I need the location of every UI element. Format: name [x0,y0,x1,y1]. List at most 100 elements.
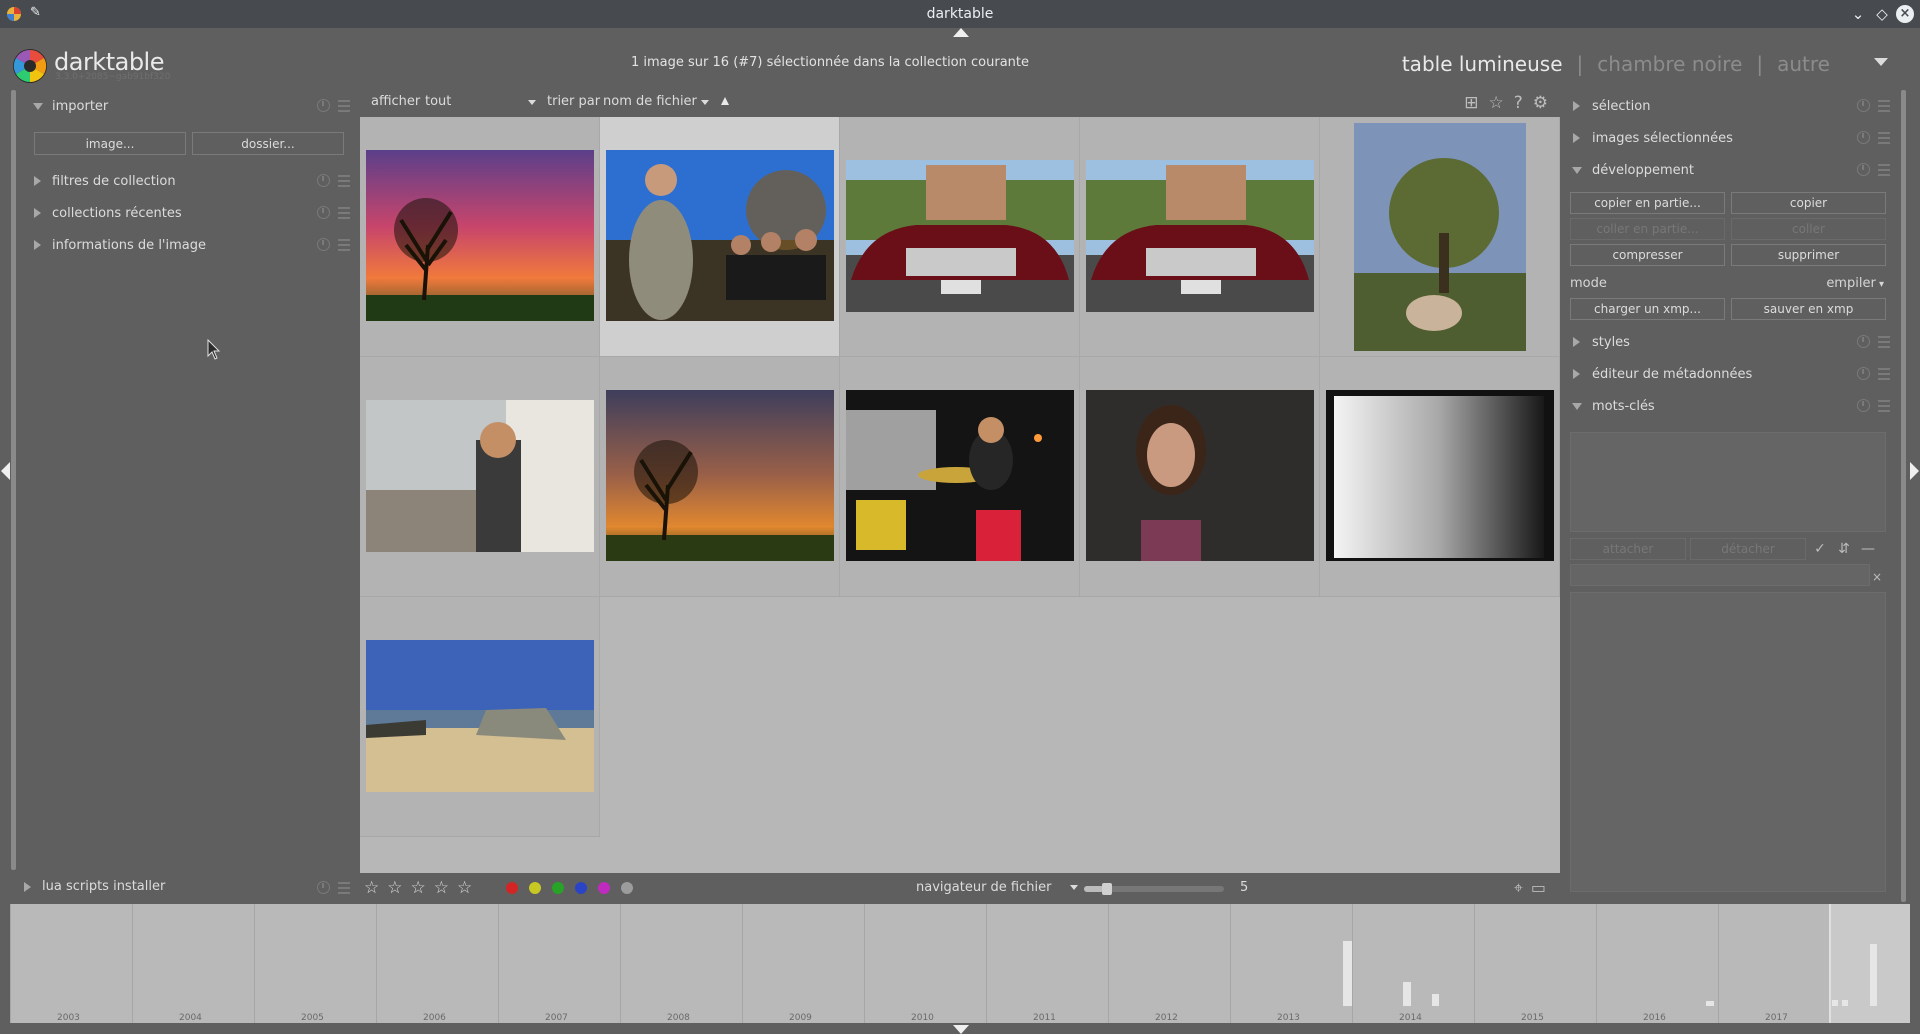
thumbnail-cell[interactable] [360,597,600,837]
checkmark-icon[interactable]: ✓ [1810,541,1830,557]
zoom-slider-handle[interactable] [1101,883,1112,895]
presets-icon[interactable] [338,239,350,251]
paste-button[interactable]: coller [1731,218,1886,240]
presets-icon[interactable] [338,882,350,894]
reset-icon[interactable] [317,99,330,112]
presets-icon[interactable] [1878,336,1890,348]
reset-icon[interactable] [317,238,330,251]
thumbnail-tree-calf[interactable] [1354,123,1526,351]
compress-button[interactable]: compresser [1570,244,1725,266]
reset-icon[interactable] [1857,335,1870,348]
module-collection-filters[interactable]: filtres de collection [18,165,360,197]
views-dropdown-icon[interactable] [1874,58,1888,66]
close-icon[interactable]: × [1896,5,1914,23]
presets-icon[interactable] [338,207,350,219]
lighttable-grid[interactable] [360,117,1560,873]
module-selection[interactable]: sélection [1560,90,1900,122]
sort-order-icon[interactable] [721,97,729,105]
left-scrollbar[interactable] [11,90,16,870]
discard-button[interactable]: supprimer [1731,244,1886,266]
module-styles[interactable]: styles [1560,326,1900,358]
module-metadata-editor[interactable]: éditeur de métadonnées [1560,358,1900,390]
timeline-year-column[interactable]: 2013 [1230,904,1352,1023]
thumbnail-cell[interactable] [360,117,600,357]
minimize-icon[interactable]: ⌄ [1848,4,1868,24]
color-label-purple[interactable] [598,882,610,894]
presets-icon[interactable] [338,100,350,112]
timeline-year-column[interactable]: 2007 [498,904,620,1023]
timeline-year-column[interactable]: 2011 [986,904,1108,1023]
clear-icon[interactable]: × [1872,570,1882,584]
thumbnail-sunset-tree-2[interactable] [606,390,834,561]
sort-icon[interactable]: ⇵ [1834,541,1854,557]
reset-icon[interactable] [1857,99,1870,112]
maximize-icon[interactable]: ◇ [1872,4,1892,24]
collapse-left-icon[interactable] [1,462,10,480]
reset-icon[interactable] [1857,367,1870,380]
thumbnail-cell[interactable] [840,357,1080,597]
thumbnail-cell-selected[interactable] [600,117,840,357]
thumbnail-gradient-chart[interactable] [1326,390,1554,561]
presets-icon[interactable] [1878,368,1890,380]
help-icon[interactable]: ? [1514,93,1523,113]
timeline[interactable]: 2003 2004 2005 2006 2007 2008 2009 2010 2011 2012… [10,904,1910,1023]
timeline-year-column[interactable]: 2017 [1718,904,1840,1023]
timeline-year-column[interactable]: 2004 [132,904,254,1023]
presets-icon[interactable] [1878,400,1890,412]
mode-selector[interactable]: mode empiler [1560,272,1900,294]
color-label-blue[interactable] [575,882,587,894]
thumbnail-cell[interactable] [600,357,840,597]
gear-icon[interactable]: ⚙ [1533,93,1548,113]
thumbnail-woman-wall[interactable] [366,400,594,552]
star-2-icon[interactable]: ☆ [387,878,402,898]
color-label-red[interactable] [506,882,518,894]
star-4-icon[interactable]: ☆ [434,878,449,898]
module-keywords[interactable]: mots-clés [1560,390,1900,422]
thumbnail-cell[interactable] [1320,357,1560,597]
reset-icon[interactable] [1857,163,1870,176]
import-folder-button[interactable]: dossier... [192,132,344,155]
focus-detection-icon[interactable]: ⌖ [1514,878,1523,898]
attach-button[interactable]: attacher [1570,538,1686,560]
timeline-year-column[interactable]: 2003 [10,904,132,1023]
display-profile-icon[interactable]: ▭ [1531,878,1546,898]
sort-dropdown[interactable]: nom de fichier [603,94,697,109]
reset-icon[interactable] [317,174,330,187]
thumbnail-sunset-tree[interactable] [366,150,594,321]
collapse-bottom-icon[interactable] [953,1025,969,1034]
layout-dropdown[interactable]: navigateur de fichier [916,880,1051,895]
timeline-year-column[interactable]: 2010 [864,904,986,1023]
attached-keywords-list[interactable] [1570,432,1886,532]
module-importer[interactable]: importer [18,90,360,122]
reset-icon[interactable] [1857,131,1870,144]
timeline-year-column[interactable]: 2014 [1352,904,1474,1023]
thumbnail-woman-portrait[interactable] [1086,390,1314,561]
collapse-top-icon[interactable] [953,28,969,37]
star-3-icon[interactable]: ☆ [411,878,426,898]
view-darkroom[interactable]: chambre noire [1597,52,1742,76]
thumbnail-red-car[interactable] [846,160,1074,312]
thumbnail-cell[interactable] [840,117,1080,357]
grouping-icon[interactable]: ⊞ [1464,93,1478,113]
copy-button[interactable]: copier [1731,192,1886,214]
color-label-yellow[interactable] [529,882,541,894]
import-image-button[interactable]: image... [34,132,186,155]
paste-parts-button[interactable]: coller en partie... [1570,218,1725,240]
chevron-down-icon[interactable] [1070,885,1078,890]
timeline-year-column[interactable]: 2015 [1474,904,1596,1023]
presets-icon[interactable] [338,175,350,187]
color-label-green[interactable] [552,882,564,894]
timeline-year-column[interactable]: 2012 [1108,904,1230,1023]
keyword-entry-input[interactable] [1570,564,1870,586]
keyword-dictionary-tree[interactable] [1570,592,1886,892]
write-xmp-button[interactable]: sauver en xmp [1731,298,1886,320]
color-label-clear[interactable] [621,882,633,894]
star-1-icon[interactable]: ☆ [364,878,379,898]
zoom-value[interactable]: 5 [1240,880,1248,895]
view-lighttable[interactable]: table lumineuse [1402,52,1563,76]
thumbnail-group-of-men[interactable] [606,150,834,321]
presets-icon[interactable] [1878,132,1890,144]
reset-icon[interactable] [317,206,330,219]
thumbnail-bunker-beach[interactable] [366,640,594,792]
show-dropdown[interactable]: tout [425,94,451,109]
